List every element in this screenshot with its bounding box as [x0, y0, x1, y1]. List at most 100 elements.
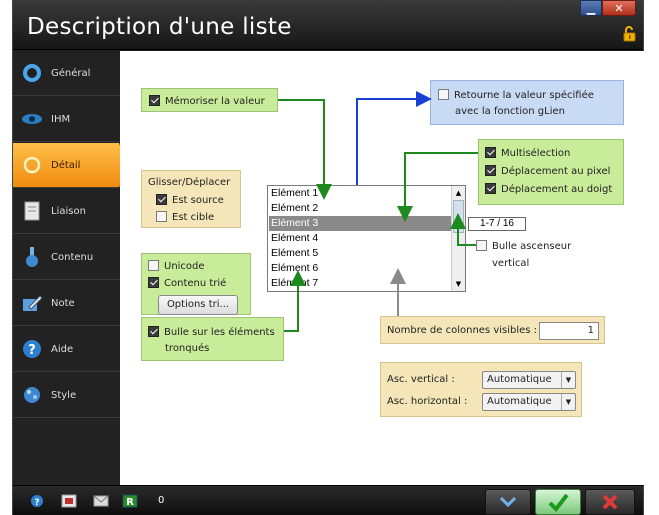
sidebar-item-label: Général: [51, 67, 91, 79]
scroll-thumb[interactable]: [453, 200, 464, 233]
bulle-elements-option: Bulle sur les éléments tronqués: [141, 317, 284, 361]
list-scrollbar[interactable]: ▲ ▼: [451, 186, 465, 291]
deplacement-pixel-checkbox[interactable]: [485, 165, 496, 176]
multiselection-checkbox[interactable]: [485, 147, 496, 158]
flask-icon: [21, 246, 43, 268]
close-button[interactable]: ✕: [602, 0, 636, 16]
r-icon[interactable]: R: [122, 494, 138, 508]
retourne-label-line2: avec la fonction gLien: [455, 106, 565, 117]
bottom-toolbar: ? R 0: [13, 485, 643, 515]
bulle-elements-label-line2: tronqués: [165, 343, 210, 354]
est-cible-checkbox[interactable]: [156, 211, 167, 222]
asc-vertical-select[interactable]: Automatique ▼: [482, 371, 576, 389]
glisser-deplacer-group: Glisser/Déplacer Est source Est cible: [141, 170, 241, 228]
glisser-deplacer-title: Glisser/Déplacer: [148, 177, 231, 188]
checkmark-icon: [548, 493, 569, 512]
options-tri-button[interactable]: Options tri...: [158, 295, 238, 315]
unicode-label: Unicode: [164, 261, 205, 272]
deplacement-doigt-label: Déplacement au doigt: [501, 184, 613, 195]
list-item[interactable]: Elément 2: [269, 201, 451, 216]
sidebar-item-label: Note: [51, 297, 75, 309]
sidebar-item-aide[interactable]: ? Aide: [13, 327, 120, 372]
memoriser-checkbox[interactable]: [149, 95, 160, 106]
contenu-trie-checkbox[interactable]: [148, 277, 159, 288]
sidebar-item-note[interactable]: Note: [13, 281, 120, 326]
page-icon: [21, 200, 43, 222]
pencil-icon: [21, 292, 43, 314]
est-source-checkbox[interactable]: [156, 194, 167, 205]
deplacement-pixel-label: Déplacement au pixel: [501, 166, 611, 177]
sidebar-item-label: Aide: [51, 343, 74, 355]
deplacement-doigt-checkbox[interactable]: [485, 183, 496, 194]
sidebar-item-contenu[interactable]: Contenu: [13, 235, 120, 280]
asc-vertical-value: Automatique: [487, 374, 552, 385]
contenu-trie-label: Contenu trié: [164, 278, 227, 289]
bulle-ascenseur-option: Bulle ascenseur: [476, 240, 571, 252]
chevron-down-icon: ▼: [561, 394, 575, 410]
list-item[interactable]: Elément 5: [269, 246, 451, 261]
close-icon: ✕: [614, 1, 624, 15]
validate-button[interactable]: [535, 489, 581, 515]
cancel-button[interactable]: [585, 489, 635, 515]
sidebar-item-liaison[interactable]: Liaison: [13, 189, 120, 234]
bulle-ascenseur-label-line2: vertical: [492, 258, 530, 269]
tri-group: Unicode Contenu trié Options tri...: [141, 253, 251, 315]
minimize-button[interactable]: ▁: [580, 0, 602, 16]
ring-icon: [21, 154, 43, 176]
palette-icon: [21, 384, 43, 406]
nb-colonnes-label: Nombre de colonnes visibles :: [387, 325, 538, 336]
nb-colonnes-input[interactable]: 1: [539, 322, 599, 340]
mail-icon[interactable]: [93, 494, 109, 508]
eye-icon: [21, 108, 43, 130]
retourne-label: Retourne la valeur spécifiée: [454, 90, 594, 101]
list-counter: 1-7 / 16: [468, 217, 526, 231]
cross-icon: [602, 494, 618, 510]
scroll-up-icon[interactable]: ▲: [452, 186, 465, 199]
memoriser-label: Mémoriser la valeur: [165, 96, 265, 107]
screenshot-icon[interactable]: [61, 494, 77, 508]
ascenseurs-group: Asc. vertical : Automatique ▼ Asc. horiz…: [380, 362, 582, 417]
sidebar-item-ihm[interactable]: IHM: [13, 97, 120, 142]
chevron-down-icon: [499, 496, 517, 508]
dropdown-button[interactable]: [485, 489, 531, 515]
help-icon[interactable]: ?: [29, 494, 45, 508]
bulle-elements-checkbox[interactable]: [148, 326, 159, 337]
window-title: Description d'une liste: [27, 14, 292, 40]
sidebar-item-general[interactable]: Général: [13, 51, 120, 96]
sidebar: Général IHM Détail Liaison Contenu Note …: [13, 51, 127, 485]
chevron-down-icon: ▼: [561, 372, 575, 388]
list-item[interactable]: Elément 6: [269, 261, 451, 276]
sidebar-item-label: IHM: [51, 113, 71, 125]
list-item[interactable]: Elément 4: [269, 231, 451, 246]
multiselection-label: Multisélection: [501, 148, 571, 159]
unlock-icon[interactable]: [622, 26, 638, 42]
multiselection-group: Multisélection Déplacement au pixel Dépl…: [478, 139, 624, 205]
bulle-elements-label: Bulle sur les éléments: [164, 327, 275, 338]
svg-text:?: ?: [34, 498, 39, 508]
asc-horizontal-label: Asc. horizontal :: [387, 396, 468, 407]
sidebar-item-detail[interactable]: Détail: [13, 143, 127, 188]
unicode-checkbox[interactable]: [148, 260, 159, 271]
nb-colonnes-group: Nombre de colonnes visibles : 1: [380, 316, 605, 344]
minimize-icon: ▁: [586, 1, 596, 15]
asc-vertical-label: Asc. vertical :: [387, 374, 455, 385]
sidebar-item-style[interactable]: Style: [13, 373, 120, 418]
bulle-ascenseur-label: Bulle ascenseur: [492, 241, 572, 252]
notification-count: 0: [158, 495, 165, 506]
retourne-checkbox[interactable]: [438, 89, 449, 100]
bulle-ascenseur-checkbox[interactable]: [476, 240, 487, 251]
title-bar: Description d'une liste ▁ ✕: [13, 0, 643, 50]
list-box[interactable]: Elément 1 Elément 2 Elément 3 Elément 4 …: [267, 185, 466, 292]
svg-text:R: R: [126, 497, 134, 508]
retourne-option: Retourne la valeur spécifiée avec la fon…: [430, 80, 624, 125]
list-item[interactable]: Elément 7: [269, 276, 451, 291]
scroll-down-icon[interactable]: ▼: [452, 277, 465, 290]
svg-text:?: ?: [28, 343, 36, 358]
est-cible-label: Est cible: [172, 212, 215, 223]
sidebar-item-label: Détail: [51, 159, 81, 171]
list-item[interactable]: Elément 1: [269, 186, 451, 201]
list-item-selected[interactable]: Elément 3: [269, 216, 451, 231]
sidebar-item-label: Liaison: [51, 205, 86, 217]
sidebar-item-label: Style: [51, 389, 77, 401]
asc-horizontal-select[interactable]: Automatique ▼: [482, 393, 576, 411]
